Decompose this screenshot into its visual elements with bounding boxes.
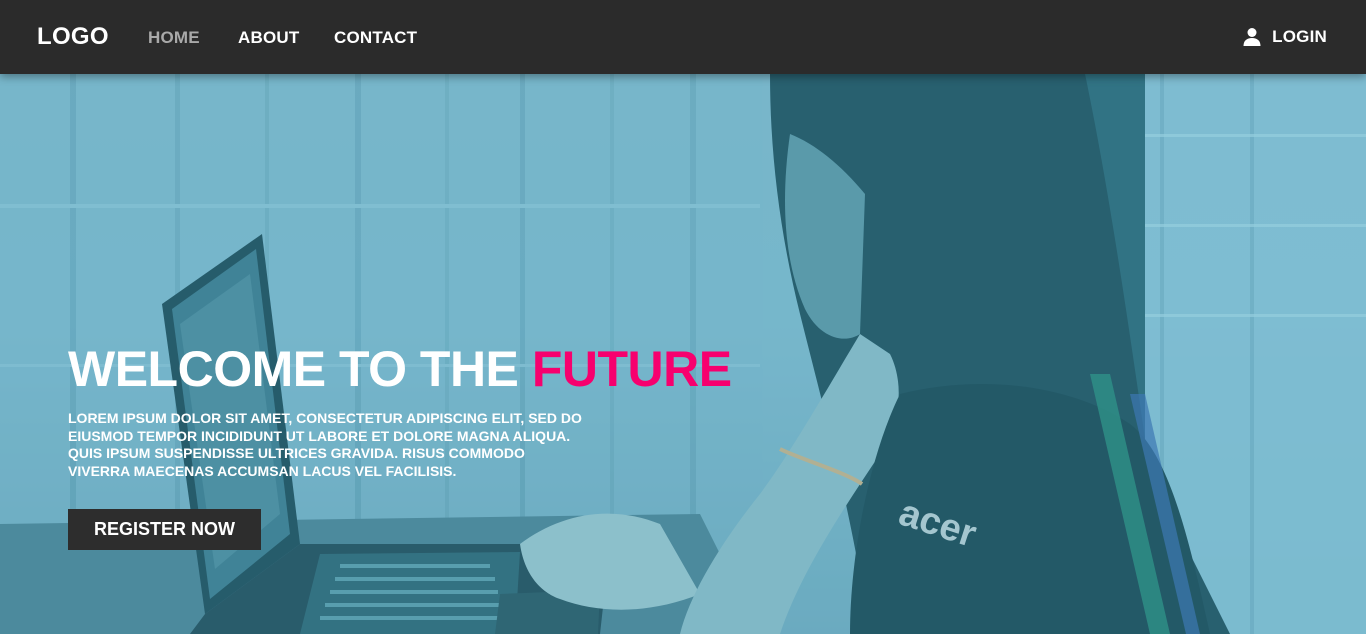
page: LOGO HOME ABOUT CONTACT LOGIN acer WELCO… <box>0 0 1366 634</box>
register-now-button[interactable]: REGISTER NOW <box>68 509 261 550</box>
user-icon <box>1243 28 1261 46</box>
hero-description: LOREM IPSUM DOLOR SIT AMET, CONSECTETUR … <box>68 410 582 479</box>
hero-title-prefix: WELCOME TO THE <box>68 341 519 397</box>
top-navbar: LOGO HOME ABOUT CONTACT LOGIN <box>0 0 1366 74</box>
hero-title-accent: FUTURE <box>531 341 732 397</box>
login-button[interactable]: LOGIN <box>1242 27 1327 47</box>
nav-link-home[interactable]: HOME <box>148 28 200 48</box>
site-logo[interactable]: LOGO <box>37 23 109 51</box>
nav-link-about[interactable]: ABOUT <box>238 28 299 48</box>
nav-link-contact[interactable]: CONTACT <box>334 28 417 48</box>
hero-section: acer WELCOME TO THE FUTURE LOREM IPSUM D… <box>0 74 1366 634</box>
login-label: LOGIN <box>1272 27 1327 46</box>
hero-title: WELCOME TO THE FUTURE <box>68 340 732 398</box>
